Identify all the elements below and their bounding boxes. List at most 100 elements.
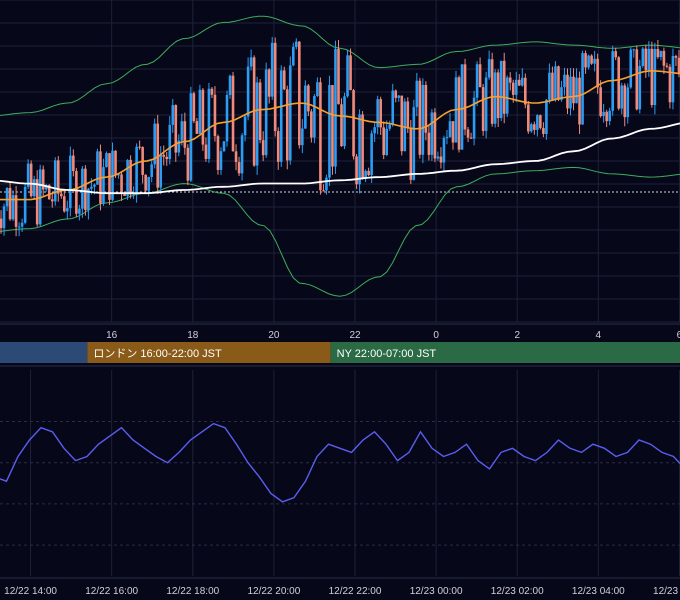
forex-chart: 16 18 20 22 0 2 4 6 ロンドン 16:00-22:00 JST NY 22:0…: [0, 0, 680, 600]
candle-body: [469, 137, 473, 139]
candle-body: [605, 111, 608, 122]
candle-body: [415, 80, 419, 108]
candle-body: [340, 104, 343, 147]
osc-x-tick: 12/22 22:00: [329, 586, 382, 597]
candle-body: [466, 129, 470, 138]
candle-body: [499, 60, 503, 119]
candle-body: [66, 208, 69, 212]
candle-body: [249, 57, 253, 67]
candle-body: [72, 155, 75, 172]
candle-body: [548, 72, 551, 100]
candle-body: [490, 59, 494, 124]
candle-body: [647, 48, 651, 71]
candle-body: [557, 66, 560, 100]
candle-body: [334, 48, 337, 167]
candle-body: [23, 186, 27, 223]
candle-body: [487, 59, 491, 78]
candle-body: [662, 50, 666, 66]
candle-body: [114, 150, 117, 176]
session-band-london-label: ロンドン 16:00-22:00 JST: [93, 348, 222, 360]
candle-body: [32, 179, 36, 197]
candle-body: [508, 77, 512, 83]
candle-body: [8, 187, 12, 220]
candle-body: [304, 85, 307, 129]
candle-body: [572, 76, 575, 104]
candle-body: [17, 226, 21, 228]
candle-body: [298, 41, 301, 146]
candle-body: [81, 168, 84, 209]
candle-body: [656, 48, 660, 58]
candle-body: [319, 82, 322, 191]
candle-body: [186, 147, 190, 181]
candle-body: [524, 77, 527, 105]
candle-body: [264, 69, 268, 156]
candle-body: [373, 127, 376, 134]
candle-body: [216, 136, 220, 170]
candle-body: [219, 151, 223, 170]
candle-body: [569, 76, 572, 109]
candle-body: [478, 64, 482, 88]
osc-x-tick: 12/22 18:00: [166, 586, 219, 597]
candle-body: [533, 124, 536, 130]
candle-body: [361, 114, 364, 179]
candle-body: [165, 156, 169, 160]
candle-body: [632, 49, 636, 51]
candle-body: [397, 95, 401, 98]
candle-body: [530, 124, 533, 132]
candle-body: [126, 159, 129, 196]
candle-body: [527, 104, 530, 132]
candle-body: [412, 107, 416, 180]
candle-body: [427, 132, 431, 155]
candle-body: [409, 127, 413, 180]
candle-body: [258, 82, 262, 141]
candle-body: [653, 48, 657, 106]
candle-body: [641, 48, 645, 66]
candle-body: [539, 115, 542, 128]
candle-body: [144, 174, 147, 191]
candle-body: [162, 154, 166, 157]
candle-body: [665, 65, 669, 67]
candle-body: [505, 77, 509, 114]
candle-body: [255, 82, 259, 166]
candle-body: [189, 93, 193, 181]
candle-body: [629, 49, 633, 88]
candle-body: [367, 170, 370, 176]
candle-body: [192, 93, 196, 122]
candle-body: [551, 72, 554, 100]
candle-body: [542, 127, 545, 134]
candle-body: [276, 131, 280, 162]
candle-body: [210, 88, 214, 95]
candle-body: [352, 90, 355, 157]
candle-body: [394, 90, 398, 98]
candle-body: [180, 121, 184, 141]
candle-body: [150, 164, 153, 178]
candle-body: [457, 77, 461, 150]
price-x-tick: 0: [433, 330, 439, 341]
candle-body: [349, 55, 352, 91]
candle-body: [620, 85, 624, 109]
candle-body: [159, 154, 163, 188]
price-x-tick: 16: [106, 330, 118, 341]
candle-body: [204, 144, 208, 159]
candle-body: [451, 121, 455, 143]
candle-body: [59, 193, 63, 197]
candle-body: [295, 41, 298, 47]
candle-body: [514, 79, 518, 95]
candle-body: [288, 65, 292, 161]
osc-x-tick: 12/23 02:00: [491, 586, 544, 597]
candle-body: [481, 87, 485, 131]
candle-body: [267, 69, 271, 97]
candle-body: [659, 50, 663, 58]
candle-body: [674, 56, 678, 58]
oscillator-x-axis: 12/22 14:00 12/22 16:00 12/22 18:00 12/22 2…: [4, 586, 680, 597]
candle-body: [240, 135, 244, 174]
candle-body: [246, 66, 250, 117]
candle-body: [307, 85, 310, 112]
candle-body: [171, 105, 175, 125]
candle-body: [322, 190, 325, 192]
candle-body: [563, 74, 566, 88]
candle-body: [270, 42, 274, 97]
candle-body: [313, 96, 316, 138]
candle-body: [316, 82, 319, 97]
candle-body: [545, 99, 548, 134]
